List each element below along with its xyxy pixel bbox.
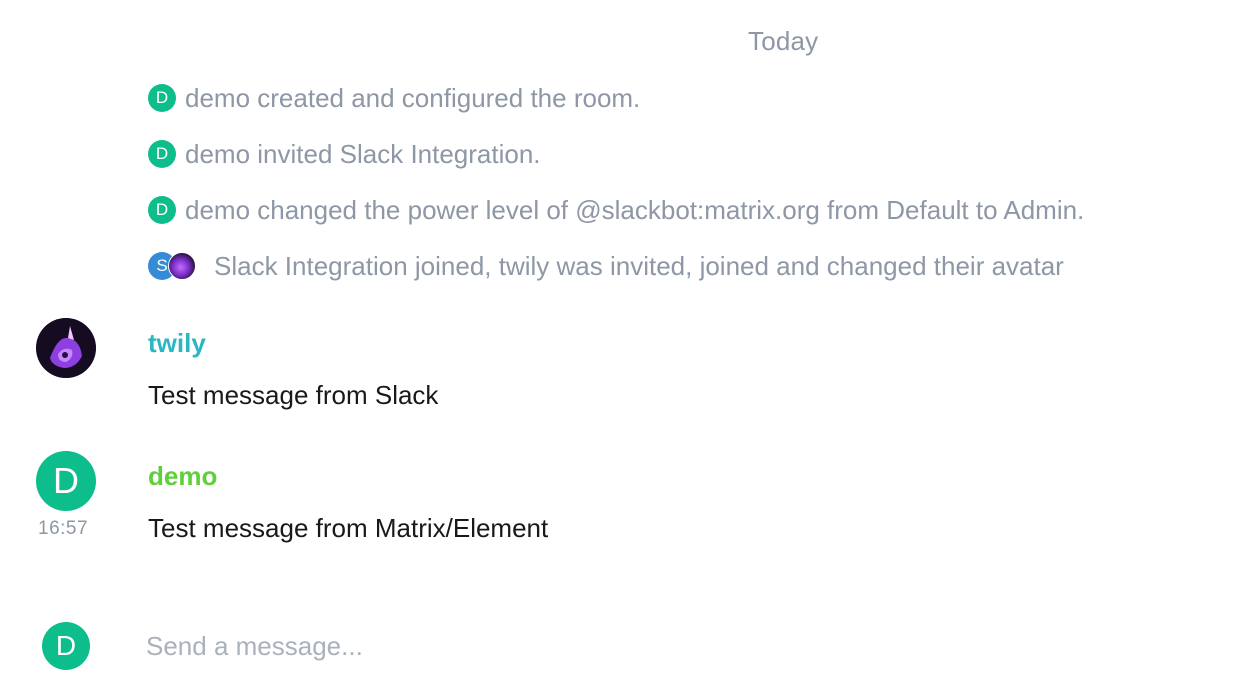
composer-avatar[interactable]: D bbox=[42, 622, 90, 670]
avatar[interactable]: D bbox=[148, 84, 176, 112]
message-timestamp[interactable]: 16:57 bbox=[38, 518, 88, 540]
message-composer-input[interactable] bbox=[146, 626, 1206, 666]
membership-event[interactable]: D demo created and configured the room. bbox=[148, 81, 640, 115]
room-timeline: Today D demo created and configured the … bbox=[0, 0, 1256, 692]
avatar[interactable]: D bbox=[36, 451, 96, 511]
message-body: Test message from Slack bbox=[148, 380, 439, 410]
message-tile[interactable]: D 16:57 demo Test message from Matrix/El… bbox=[0, 443, 1256, 553]
sender-name[interactable]: demo bbox=[148, 461, 217, 492]
message-body: Test message from Matrix/Element bbox=[148, 513, 549, 543]
avatar[interactable]: D bbox=[148, 196, 176, 224]
avatar[interactable] bbox=[36, 318, 96, 378]
event-text: demo changed the power level of @slackbo… bbox=[185, 194, 1085, 225]
membership-event[interactable]: D demo changed the power level of @slack… bbox=[148, 193, 1084, 227]
event-text: Slack Integration joined, twily was invi… bbox=[214, 250, 1064, 281]
date-separator: Today bbox=[748, 26, 819, 56]
membership-event[interactable]: D demo invited Slack Integration. bbox=[148, 137, 541, 171]
event-text: demo created and configured the room. bbox=[185, 82, 641, 113]
avatar[interactable]: D bbox=[148, 140, 176, 168]
membership-event-summary[interactable]: S Slack Integration joined, twily was in… bbox=[148, 249, 1064, 283]
message-tile[interactable]: twily Test message from Slack bbox=[0, 310, 1256, 420]
event-text: demo invited Slack Integration. bbox=[185, 138, 541, 169]
avatar[interactable] bbox=[168, 252, 196, 280]
avatar-stack[interactable]: S bbox=[148, 252, 205, 280]
twily-avatar-icon bbox=[36, 318, 96, 378]
sender-name[interactable]: twily bbox=[148, 328, 206, 359]
